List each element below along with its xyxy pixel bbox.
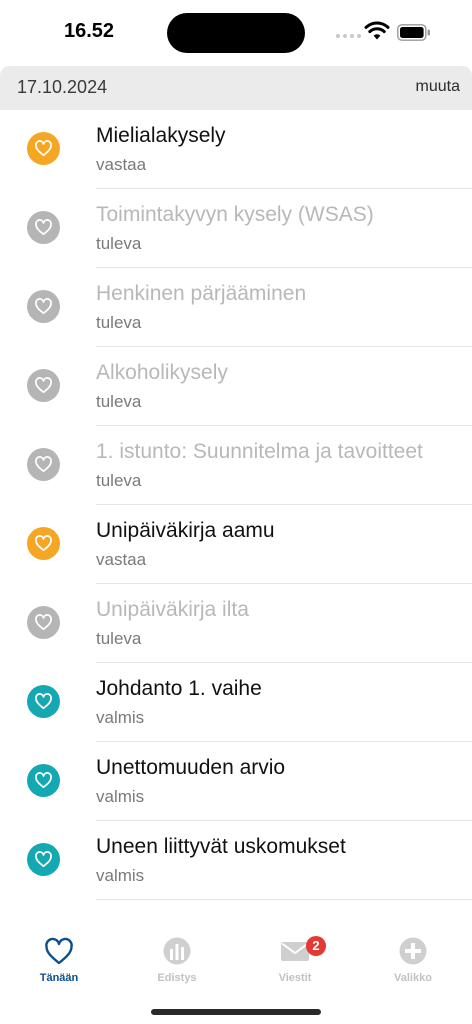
task-status: tuleva — [96, 471, 142, 490]
tab-menu[interactable]: Valikko — [354, 928, 472, 992]
tab-label: Valikko — [394, 972, 432, 984]
heart-icon — [27, 764, 60, 797]
heart-icon — [27, 369, 60, 402]
mail-icon — [281, 942, 309, 961]
tab-progress[interactable]: Edistys — [118, 928, 236, 992]
task-item[interactable]: Mielialakysely vastaa — [0, 110, 472, 189]
task-title: 1. istunto: Suunnitelma ja tavoitteet — [96, 440, 423, 463]
task-title: Toimintakyvyn kysely (WSAS) — [96, 203, 374, 226]
heart-icon — [27, 685, 60, 718]
task-status: vastaa — [96, 155, 147, 174]
task-title: Uneen liittyvät uskomukset — [96, 835, 346, 858]
task-item[interactable]: Unipäiväkirja ilta tuleva — [0, 584, 472, 663]
task-item[interactable]: Toimintakyvyn kysely (WSAS) tuleva — [0, 189, 472, 268]
task-item[interactable]: 1. istunto: Suunnitelma ja tavoitteet tu… — [0, 426, 472, 505]
status-bar: 16.52 — [0, 0, 472, 64]
tab-label: Viestit — [278, 972, 312, 984]
battery-icon — [397, 24, 430, 41]
heart-icon — [27, 290, 60, 323]
selected-date: 17.10.2024 — [17, 77, 108, 97]
home-indicator — [151, 1009, 321, 1015]
heart-icon — [27, 132, 60, 165]
task-status: vastaa — [96, 550, 147, 569]
heart-icon — [27, 527, 60, 560]
task-status: valmis — [96, 866, 145, 885]
task-title: Unettomuuden arvio — [96, 756, 286, 779]
chart-icon — [163, 937, 191, 965]
heart-icon — [27, 448, 60, 481]
tab-messages[interactable]: Viestit — [236, 928, 354, 992]
wifi-icon — [364, 21, 390, 40]
heart-icon — [45, 937, 73, 965]
task-status: tuleva — [96, 234, 142, 253]
task-title: Alkoholikysely — [96, 361, 228, 384]
change-date-button[interactable]: muuta — [416, 78, 460, 96]
task-status: tuleva — [96, 313, 142, 332]
tab-label: Edistys — [157, 972, 197, 984]
heart-icon — [27, 606, 60, 639]
unread-badge: 2 — [306, 936, 326, 956]
task-status: valmis — [96, 708, 145, 727]
task-title: Mielialakysely — [96, 124, 226, 147]
task-title: Unipäiväkirja ilta — [96, 598, 249, 621]
date-header: 17.10.2024 muuta — [0, 66, 472, 110]
cellular-signal-icon — [336, 34, 361, 38]
dynamic-island — [167, 13, 305, 53]
task-title: Henkinen pärjääminen — [96, 282, 307, 305]
task-item[interactable]: Uneen liittyvät uskomukset valmis — [0, 821, 472, 900]
task-status: tuleva — [96, 392, 142, 411]
tab-label: Tänään — [39, 972, 79, 984]
task-item[interactable]: Alkoholikysely tuleva — [0, 347, 472, 426]
task-list: Mielialakysely vastaa Toimintakyvyn kyse… — [0, 110, 472, 900]
heart-icon — [27, 843, 60, 876]
tab-bar: Tänään Edistys Viestit Valikko — [0, 928, 472, 992]
task-title: Unipäiväkirja aamu — [96, 519, 275, 542]
task-item[interactable]: Johdanto 1. vaihe valmis — [0, 663, 472, 742]
task-item[interactable]: Unettomuuden arvio valmis — [0, 742, 472, 821]
plus-circle-icon — [399, 937, 427, 965]
task-item[interactable]: Henkinen pärjääminen tuleva — [0, 268, 472, 347]
status-time: 16.52 — [64, 20, 115, 42]
tab-today[interactable]: Tänään — [0, 928, 118, 992]
task-title: Johdanto 1. vaihe — [96, 677, 262, 700]
task-status: tuleva — [96, 629, 142, 648]
task-status: valmis — [96, 787, 145, 806]
heart-icon — [27, 211, 60, 244]
task-item[interactable]: Unipäiväkirja aamu vastaa — [0, 505, 472, 584]
